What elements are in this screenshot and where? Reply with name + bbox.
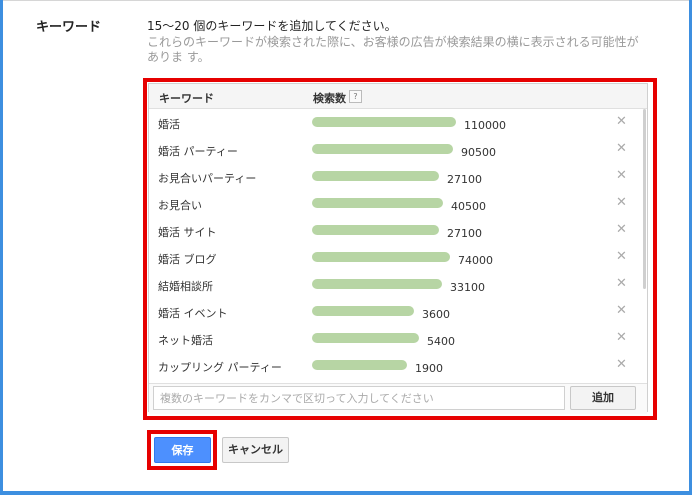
- remove-icon[interactable]: ✕: [616, 249, 627, 264]
- table-row: お見合いパーティー 27100 ✕: [149, 165, 647, 192]
- keyword-list: 婚活 110000 ✕ 婚活 パーティー 90500 ✕ お見合いパーティー 27100 ✕ お見…: [149, 111, 647, 381]
- volume-bar: [312, 360, 407, 370]
- volume-bar: [312, 279, 442, 289]
- table-row: 婚活 サイト 27100 ✕: [149, 219, 647, 246]
- keyword-name: お見合いパーティー: [158, 172, 257, 185]
- remove-icon[interactable]: ✕: [616, 141, 627, 156]
- volume-bar: [312, 306, 414, 316]
- table-row: 婚活 パーティー 90500 ✕: [149, 138, 647, 165]
- search-volume: 1900: [415, 362, 443, 375]
- search-volume: 27100: [447, 227, 482, 240]
- keyword-name: 婚活 ブログ: [158, 253, 217, 266]
- keyword-name: 結婚相談所: [158, 280, 213, 293]
- scrollbar[interactable]: [643, 109, 646, 289]
- remove-icon[interactable]: ✕: [616, 114, 627, 129]
- search-volume: 74000: [458, 254, 493, 267]
- keyword-name: お見合い: [158, 199, 202, 212]
- table-row: ネット婚活 5400 ✕: [149, 327, 647, 354]
- table-row: 婚活 ブログ 74000 ✕: [149, 246, 647, 273]
- remove-icon[interactable]: ✕: [616, 357, 627, 372]
- keyword-name: 婚活: [158, 118, 180, 131]
- volume-bar: [312, 144, 453, 154]
- search-volume: 90500: [461, 146, 496, 159]
- keyword-input-row: 追加: [149, 383, 647, 414]
- remove-icon[interactable]: ✕: [616, 276, 627, 291]
- column-header-keyword: キーワード: [159, 92, 214, 105]
- remove-icon[interactable]: ✕: [616, 168, 627, 183]
- remove-icon[interactable]: ✕: [616, 195, 627, 210]
- divider: [3, 0, 689, 1]
- search-volume: 3600: [422, 308, 450, 321]
- table-row: カップリング パーティー 1900 ✕: [149, 354, 647, 381]
- keyword-name: 婚活 イベント: [158, 307, 228, 320]
- save-button[interactable]: 保存: [154, 437, 211, 463]
- help-icon[interactable]: ?: [349, 90, 362, 103]
- keyword-table-header: キーワード 検索数 ?: [149, 84, 647, 109]
- volume-bar: [312, 225, 439, 235]
- section-label: キーワード: [36, 20, 102, 35]
- column-header-volume: 検索数: [313, 92, 346, 105]
- instruction-text: 15～20 個のキーワードを追加してください。: [147, 19, 397, 33]
- keyword-panel: キーワード 検索数 ? 婚活 110000 ✕ 婚活 パーティー 90500 ✕ お見合いパ…: [148, 83, 648, 414]
- search-volume: 40500: [451, 200, 486, 213]
- search-volume: 5400: [427, 335, 455, 348]
- window-frame-bottom: [0, 491, 692, 495]
- add-button[interactable]: 追加: [570, 386, 636, 410]
- table-row: 婚活 110000 ✕: [149, 111, 647, 138]
- search-volume: 27100: [447, 173, 482, 186]
- keyword-input[interactable]: [153, 386, 565, 410]
- cancel-button[interactable]: キャンセル: [222, 437, 289, 463]
- keyword-name: カップリング パーティー: [158, 361, 282, 374]
- remove-icon[interactable]: ✕: [616, 303, 627, 318]
- keyword-name: ネット婚活: [158, 334, 213, 347]
- volume-bar: [312, 198, 443, 208]
- remove-icon[interactable]: ✕: [616, 330, 627, 345]
- volume-bar: [312, 117, 456, 127]
- hint-text: これらのキーワードが検索された際に、お客様の広告が検索結果の横に表示される可能性…: [147, 35, 639, 64]
- window-frame-left: [0, 0, 3, 495]
- search-volume: 110000: [464, 119, 506, 132]
- table-row: 婚活 イベント 3600 ✕: [149, 300, 647, 327]
- table-row: お見合い 40500 ✕: [149, 192, 647, 219]
- search-volume: 33100: [450, 281, 485, 294]
- volume-bar: [312, 252, 450, 262]
- volume-bar: [312, 171, 439, 181]
- keyword-name: 婚活 パーティー: [158, 145, 238, 158]
- keyword-name: 婚活 サイト: [158, 226, 217, 239]
- volume-bar: [312, 333, 419, 343]
- table-row: 結婚相談所 33100 ✕: [149, 273, 647, 300]
- remove-icon[interactable]: ✕: [616, 222, 627, 237]
